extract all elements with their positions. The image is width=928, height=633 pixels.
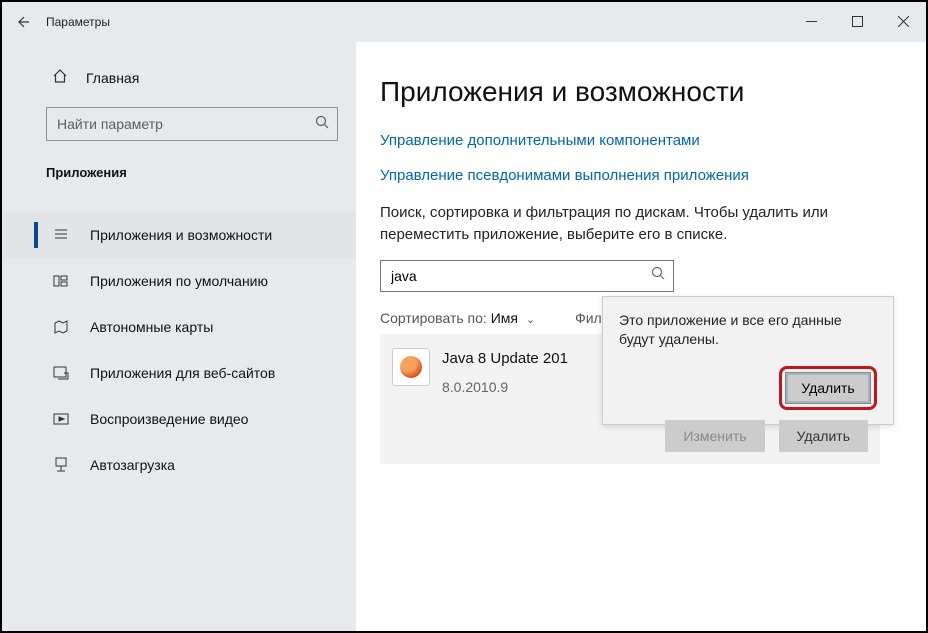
sidebar-item-label: Приложения по умолчанию: [90, 273, 268, 289]
window-controls: [788, 2, 926, 40]
list-icon: [52, 227, 70, 243]
highlight-ring: Удалить: [779, 366, 877, 410]
sidebar-item-video-playback[interactable]: Воспроизведение видео: [2, 396, 356, 442]
home-nav[interactable]: Главная: [2, 62, 356, 93]
back-button[interactable]: [2, 2, 44, 42]
home-icon: [52, 68, 68, 87]
app-version: 8.0.2010.9: [442, 379, 568, 395]
uninstall-flyout: Это приложение и все его данные будут уд…: [602, 296, 894, 425]
startup-icon: [52, 457, 70, 473]
nav-list: Приложения и возможности Приложения по у…: [2, 212, 356, 488]
sort-by[interactable]: Сортировать по: Имя ⌄: [380, 310, 535, 326]
page-heading: Приложения и возможности: [380, 76, 926, 108]
arrow-left-icon: [15, 14, 31, 30]
app-info: Java 8 Update 201 8.0.2010.9: [442, 348, 568, 395]
sidebar-item-label: Автономные карты: [90, 319, 213, 335]
defaults-icon: [52, 273, 70, 289]
window-title: Параметры: [44, 15, 110, 29]
sidebar-item-apps-for-websites[interactable]: Приложения для веб-сайтов: [2, 350, 356, 396]
link-app-execution-aliases[interactable]: Управление псевдонимами выполнения прило…: [380, 167, 926, 184]
websites-icon: [52, 365, 70, 381]
maximize-button[interactable]: [834, 2, 880, 40]
sidebar-item-startup[interactable]: Автозагрузка: [2, 442, 356, 488]
sidebar: Главная Приложения Приложения и возможно…: [2, 42, 356, 631]
sort-value: Имя: [491, 310, 518, 326]
app-list: Java 8 Update 201 8.0.2010.9 Это приложе…: [380, 334, 880, 464]
video-icon: [52, 411, 70, 427]
minimize-button[interactable]: [788, 2, 834, 40]
sort-label: Сортировать по:: [380, 310, 487, 326]
minimize-icon: [806, 16, 817, 27]
settings-search[interactable]: [46, 107, 338, 141]
map-icon: [52, 319, 70, 335]
main-pane: Приложения и возможности Управление допо…: [356, 42, 926, 631]
sidebar-item-label: Воспроизведение видео: [90, 411, 248, 427]
flyout-message: Это приложение и все его данные будут уд…: [619, 311, 877, 350]
java-icon: [392, 348, 430, 386]
chevron-down-icon: ⌄: [526, 314, 535, 326]
app-name: Java 8 Update 201: [442, 348, 568, 367]
close-icon: [898, 16, 909, 27]
sidebar-item-default-apps[interactable]: Приложения по умолчанию: [2, 258, 356, 304]
maximize-icon: [852, 16, 863, 27]
sidebar-item-label: Автозагрузка: [90, 457, 175, 473]
section-title: Приложения: [2, 159, 356, 190]
titlebar: Параметры: [2, 2, 926, 42]
app-search[interactable]: [380, 260, 674, 292]
close-button[interactable]: [880, 2, 926, 40]
link-optional-features[interactable]: Управление дополнительными компонентами: [380, 132, 926, 149]
sidebar-item-label: Приложения и возможности: [90, 227, 272, 243]
search-icon: [651, 266, 665, 285]
modify-button: Изменить: [665, 420, 764, 452]
search-icon: [315, 115, 329, 134]
uninstall-button[interactable]: Удалить: [779, 420, 868, 452]
app-search-input[interactable]: [391, 268, 651, 284]
home-label: Главная: [86, 70, 139, 86]
settings-search-input[interactable]: [57, 116, 315, 132]
confirm-uninstall-button[interactable]: Удалить: [785, 372, 871, 404]
apps-description: Поиск, сортировка и фильтрация по дискам…: [380, 202, 860, 246]
sidebar-item-offline-maps[interactable]: Автономные карты: [2, 304, 356, 350]
sidebar-item-label: Приложения для веб-сайтов: [90, 365, 275, 381]
app-action-buttons: Изменить Удалить: [665, 420, 868, 452]
sidebar-item-apps-and-features[interactable]: Приложения и возможности: [2, 212, 356, 258]
